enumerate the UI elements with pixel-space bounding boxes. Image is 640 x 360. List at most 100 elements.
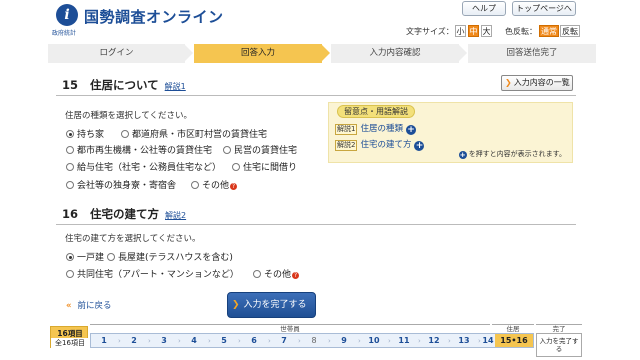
progress-cell[interactable]: 5 [211, 334, 237, 347]
note-tag: 解説2 [335, 140, 358, 151]
plus-icon[interactable]: + [414, 141, 425, 151]
progress-cell[interactable]: 2 [121, 334, 147, 347]
step-complete: 回答送信完了 [468, 44, 596, 63]
help-button[interactable]: ヘルプ [462, 1, 506, 16]
census-logo-icon: i [56, 4, 78, 26]
progress-count: 16項目 全16項目 [50, 326, 89, 348]
radio-icon[interactable] [232, 163, 240, 171]
progress-cell[interactable]: 11 [391, 334, 417, 347]
progress-cell[interactable]: 12 [421, 334, 447, 347]
radio-icon[interactable] [66, 146, 74, 154]
progress-cell[interactable]: 10 [361, 334, 387, 347]
progress-cell[interactable]: 14 [481, 334, 495, 347]
radio-option[interactable]: その他? [253, 267, 300, 280]
radio-option[interactable]: 民営の賃貸住宅 [223, 143, 297, 156]
notes-footer: + を押すと内容が表示されます。 [458, 150, 566, 159]
step-answer-input: 回答入力 [194, 44, 322, 63]
question-number: 16 [62, 207, 79, 221]
group-household-label: 世帯員 [90, 324, 490, 333]
radio-icon[interactable] [253, 270, 261, 278]
color-invert-label: 色反転： [505, 27, 537, 36]
radio-icon[interactable] [107, 253, 115, 261]
input-list-label: 入力内容の一覧 [513, 78, 570, 87]
radio-icon[interactable] [191, 181, 199, 189]
top-page-button[interactable]: トップページへ [512, 1, 576, 16]
site-title: 国勢調査オンライン [84, 8, 224, 26]
complete-label: 入力を完了する [243, 300, 307, 310]
note-item-2[interactable]: 解説2 住宅の建て方 + [335, 138, 425, 151]
input-list-button[interactable]: ❯ 入力内容の一覧 [501, 75, 573, 91]
note-tag: 解説1 [335, 124, 358, 135]
radio-option[interactable]: 住宅に間借り [232, 160, 297, 173]
radio-icon[interactable] [121, 130, 129, 138]
font-size-medium-button[interactable]: 中 [468, 25, 479, 37]
question-16-title: 16 住宅の建て方 解説2 [62, 206, 186, 222]
question-mark-icon[interactable]: ? [230, 183, 238, 190]
question-15-title: 15 住居について 解説1 [62, 77, 186, 93]
chevron-right-icon: ❯ [232, 300, 240, 310]
progress-cell-current[interactable]: 15•16 [495, 334, 533, 347]
font-size-label: 文字サイズ： [406, 27, 454, 36]
divider [56, 224, 576, 225]
group-done-label: 完了 [536, 324, 582, 333]
progress-cell[interactable]: 4 [181, 334, 207, 347]
header: i 政府統計 国勢調査オンライン ヘルプ トップページへ 文字サイズ： 小 中 … [0, 0, 640, 40]
question-title: 住宅の建て方 [90, 207, 160, 221]
progress-cell[interactable]: 13 [451, 334, 477, 347]
step-confirm: 入力内容確認 [331, 44, 459, 63]
radio-icon[interactable] [66, 270, 74, 278]
radio-icon[interactable] [66, 181, 74, 189]
color-normal-button[interactable]: 通常 [539, 25, 559, 37]
plus-icon[interactable]: + [405, 125, 416, 135]
radio-option[interactable]: 会社等の独身寮・寄宿舎 [66, 178, 176, 191]
color-invert-button[interactable]: 反転 [560, 25, 580, 37]
radio-option[interactable]: 長屋建(テラスハウスを含む) [107, 250, 233, 263]
radio-checked-icon[interactable] [66, 253, 74, 261]
radio-option[interactable]: その他? [191, 178, 238, 191]
radio-option[interactable]: 共同住宅（アパート・マンションなど） [66, 267, 239, 280]
progress-complete-button[interactable]: 入力を完了する [536, 333, 582, 357]
progress-cell[interactable]: 1 [91, 334, 117, 347]
notes-panel: 留意点・用語解説 解説1 住居の種類 + 解説2 住宅の建て方 + + を押すと内容が表示… [328, 102, 573, 163]
progress-cell: 8 [311, 336, 317, 345]
note-item-1[interactable]: 解説1 住居の種類 + [335, 122, 416, 135]
question-15-instruction: 住居の種類を選択してください。 [65, 111, 192, 121]
step-login: ログイン [48, 44, 185, 63]
notes-title: 留意点・用語解説 [337, 105, 415, 118]
back-button[interactable]: « 前に戻る [66, 299, 112, 311]
progress-cells: 1 › 2 › 3 › 4 › 5 › 6 › 7 › 8 › 9 › 10 ›… [90, 333, 534, 348]
question-progress: 16項目 全16項目 世帯員 住居 完了 1 › 2 › 3 › 4 › 5 ›… [50, 324, 582, 360]
question-mark-icon[interactable]: ? [292, 272, 300, 279]
total-item-count: 全16項目 [51, 338, 89, 348]
hint-link-1[interactable]: 解説1 [165, 82, 186, 91]
radio-icon[interactable] [66, 163, 74, 171]
plus-icon: + [458, 151, 467, 159]
step-progress-bar: ログイン 回答入力 入力内容確認 回答送信完了 [48, 44, 596, 63]
double-chevron-left-icon: « [66, 301, 72, 311]
radio-option[interactable]: 一戸建 [66, 250, 104, 263]
complete-input-button[interactable]: ❯ 入力を完了する [227, 292, 316, 318]
question-number: 15 [62, 78, 79, 92]
font-size-small-button[interactable]: 小 [455, 25, 466, 37]
progress-cell[interactable]: 9 [331, 334, 357, 347]
question-title: 住居について [90, 78, 159, 92]
group-housing-label: 住居 [492, 324, 534, 333]
logo-subtitle: 政府統計 [52, 30, 77, 37]
chevron-right-icon: ❯ [505, 78, 512, 87]
note-label: 住居の種類 [360, 124, 403, 134]
radio-option[interactable]: 持ち家 [66, 127, 104, 140]
divider [56, 95, 576, 96]
radio-option[interactable]: 都市再生機構・公社等の賃貸住宅 [66, 143, 212, 156]
progress-cell[interactable]: 7 [271, 334, 297, 347]
progress-cell[interactable]: 3 [151, 334, 177, 347]
radio-icon[interactable] [223, 146, 231, 154]
progress-cell[interactable]: 6 [241, 334, 267, 347]
question-16-instruction: 住宅の建て方を選択してください。 [65, 234, 201, 244]
radio-checked-icon[interactable] [66, 130, 74, 138]
back-label: 前に戻る [77, 301, 112, 311]
font-size-large-button[interactable]: 大 [481, 25, 492, 37]
radio-option[interactable]: 給与住宅（社宅・公務員住宅など） [66, 160, 221, 173]
hint-link-2[interactable]: 解説2 [165, 211, 186, 220]
radio-option[interactable]: 都道府県・市区町村営の賃貸住宅 [121, 127, 267, 140]
note-label: 住宅の建て方 [360, 140, 412, 150]
